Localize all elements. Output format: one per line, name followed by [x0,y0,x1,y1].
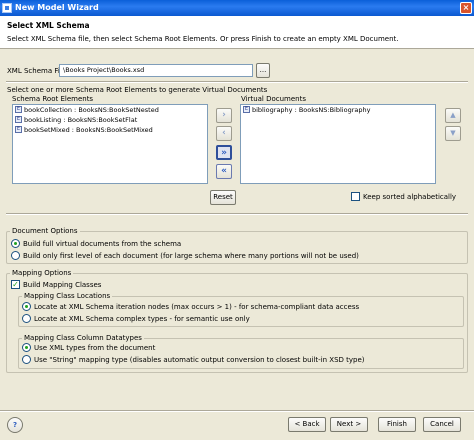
element-icon: E [243,106,250,113]
list-item-label: bibliography : BooksNS:Bibliography [252,106,371,114]
window-title: New Model Wizard [15,3,99,12]
virtual-documents-label: Virtual Documents [241,95,307,103]
root-elements-label: Schema Root Elements [12,95,94,103]
string-type-label: Use "String" mapping type (disables auto… [34,356,365,364]
list-item[interactable]: E bookListing : BooksNS:BookSetFlat [13,115,207,125]
wizard-header: Select XML Schema Select XML Schema file… [0,16,474,49]
column-datatypes-title: Mapping Class Column Datatypes [22,334,144,342]
move-up-button[interactable]: ▲ [445,108,461,123]
xml-types-label: Use XML types from the document [34,344,156,352]
first-level-radio[interactable] [11,251,20,260]
virtual-documents-list[interactable]: E bibliography : BooksNS:Bibliography [240,104,436,184]
browse-button[interactable]: ... [256,63,270,78]
close-button[interactable]: × [460,2,472,14]
back-button[interactable]: < Back [288,417,326,432]
app-icon [2,3,12,13]
move-down-button[interactable]: ▼ [445,126,461,141]
separator [6,213,468,215]
add-selected-button[interactable]: › [216,108,232,123]
element-icon: E [15,106,22,113]
list-item-label: bookCollection : BooksNS:BookSetNested [24,106,159,114]
page-title: Select XML Schema [7,21,90,30]
column-datatypes-group [18,338,464,369]
instruction-text: Select one or more Schema Root Elements … [7,86,268,94]
first-level-label: Build only first level of each document … [23,252,359,260]
finish-button[interactable]: Finish [378,417,416,432]
list-item[interactable]: E bookCollection : BooksNS:BookSetNested [13,105,207,115]
build-mapping-classes-checkbox[interactable]: ✓ [11,280,20,289]
build-mapping-classes-label: Build Mapping Classes [23,281,102,289]
add-all-button[interactable]: » [216,145,232,160]
root-elements-list[interactable]: E bookCollection : BooksNS:BookSetNested… [12,104,208,184]
string-type-radio[interactable] [22,355,31,364]
class-locations-title: Mapping Class Locations [22,292,113,300]
xml-types-radio[interactable] [22,343,31,352]
help-button[interactable]: ? [7,417,23,433]
list-item-label: bookListing : BooksNS:BookSetFlat [24,116,138,124]
document-options-title: Document Options [10,227,80,235]
iteration-nodes-label: Locate at XML Schema iteration nodes (ma… [34,303,360,311]
remove-selected-button[interactable]: ‹ [216,126,232,141]
mapping-options-title: Mapping Options [10,269,74,277]
complex-types-label: Locate at XML Schema complex types - for… [34,315,250,323]
keep-sorted-checkbox[interactable] [351,192,360,201]
iteration-nodes-radio[interactable] [22,302,31,311]
list-item[interactable]: E bookSetMixed : BooksNS:BookSetMixed [13,125,207,135]
list-item-label: bookSetMixed : BooksNS:BookSetMixed [24,126,153,134]
keep-sorted-label: Keep sorted alphabetically [363,193,457,201]
list-item[interactable]: E bibliography : BooksNS:Bibliography [241,105,435,115]
next-button[interactable]: Next > [330,417,368,432]
cancel-button[interactable]: Cancel [423,417,461,432]
element-icon: E [15,126,22,133]
full-documents-label: Build full virtual documents from the sc… [23,240,182,248]
separator [0,410,474,412]
remove-all-button[interactable]: « [216,164,232,179]
element-icon: E [15,116,22,123]
page-description: Select XML Schema file, then select Sche… [7,35,399,43]
title-bar: New Model Wizard × [0,0,474,16]
schema-file-field[interactable]: \Books Project\Books.xsd [59,64,253,77]
reset-button[interactable]: Reset [210,190,236,205]
full-documents-radio[interactable] [11,239,20,248]
complex-types-radio[interactable] [22,314,31,323]
separator [6,81,468,83]
